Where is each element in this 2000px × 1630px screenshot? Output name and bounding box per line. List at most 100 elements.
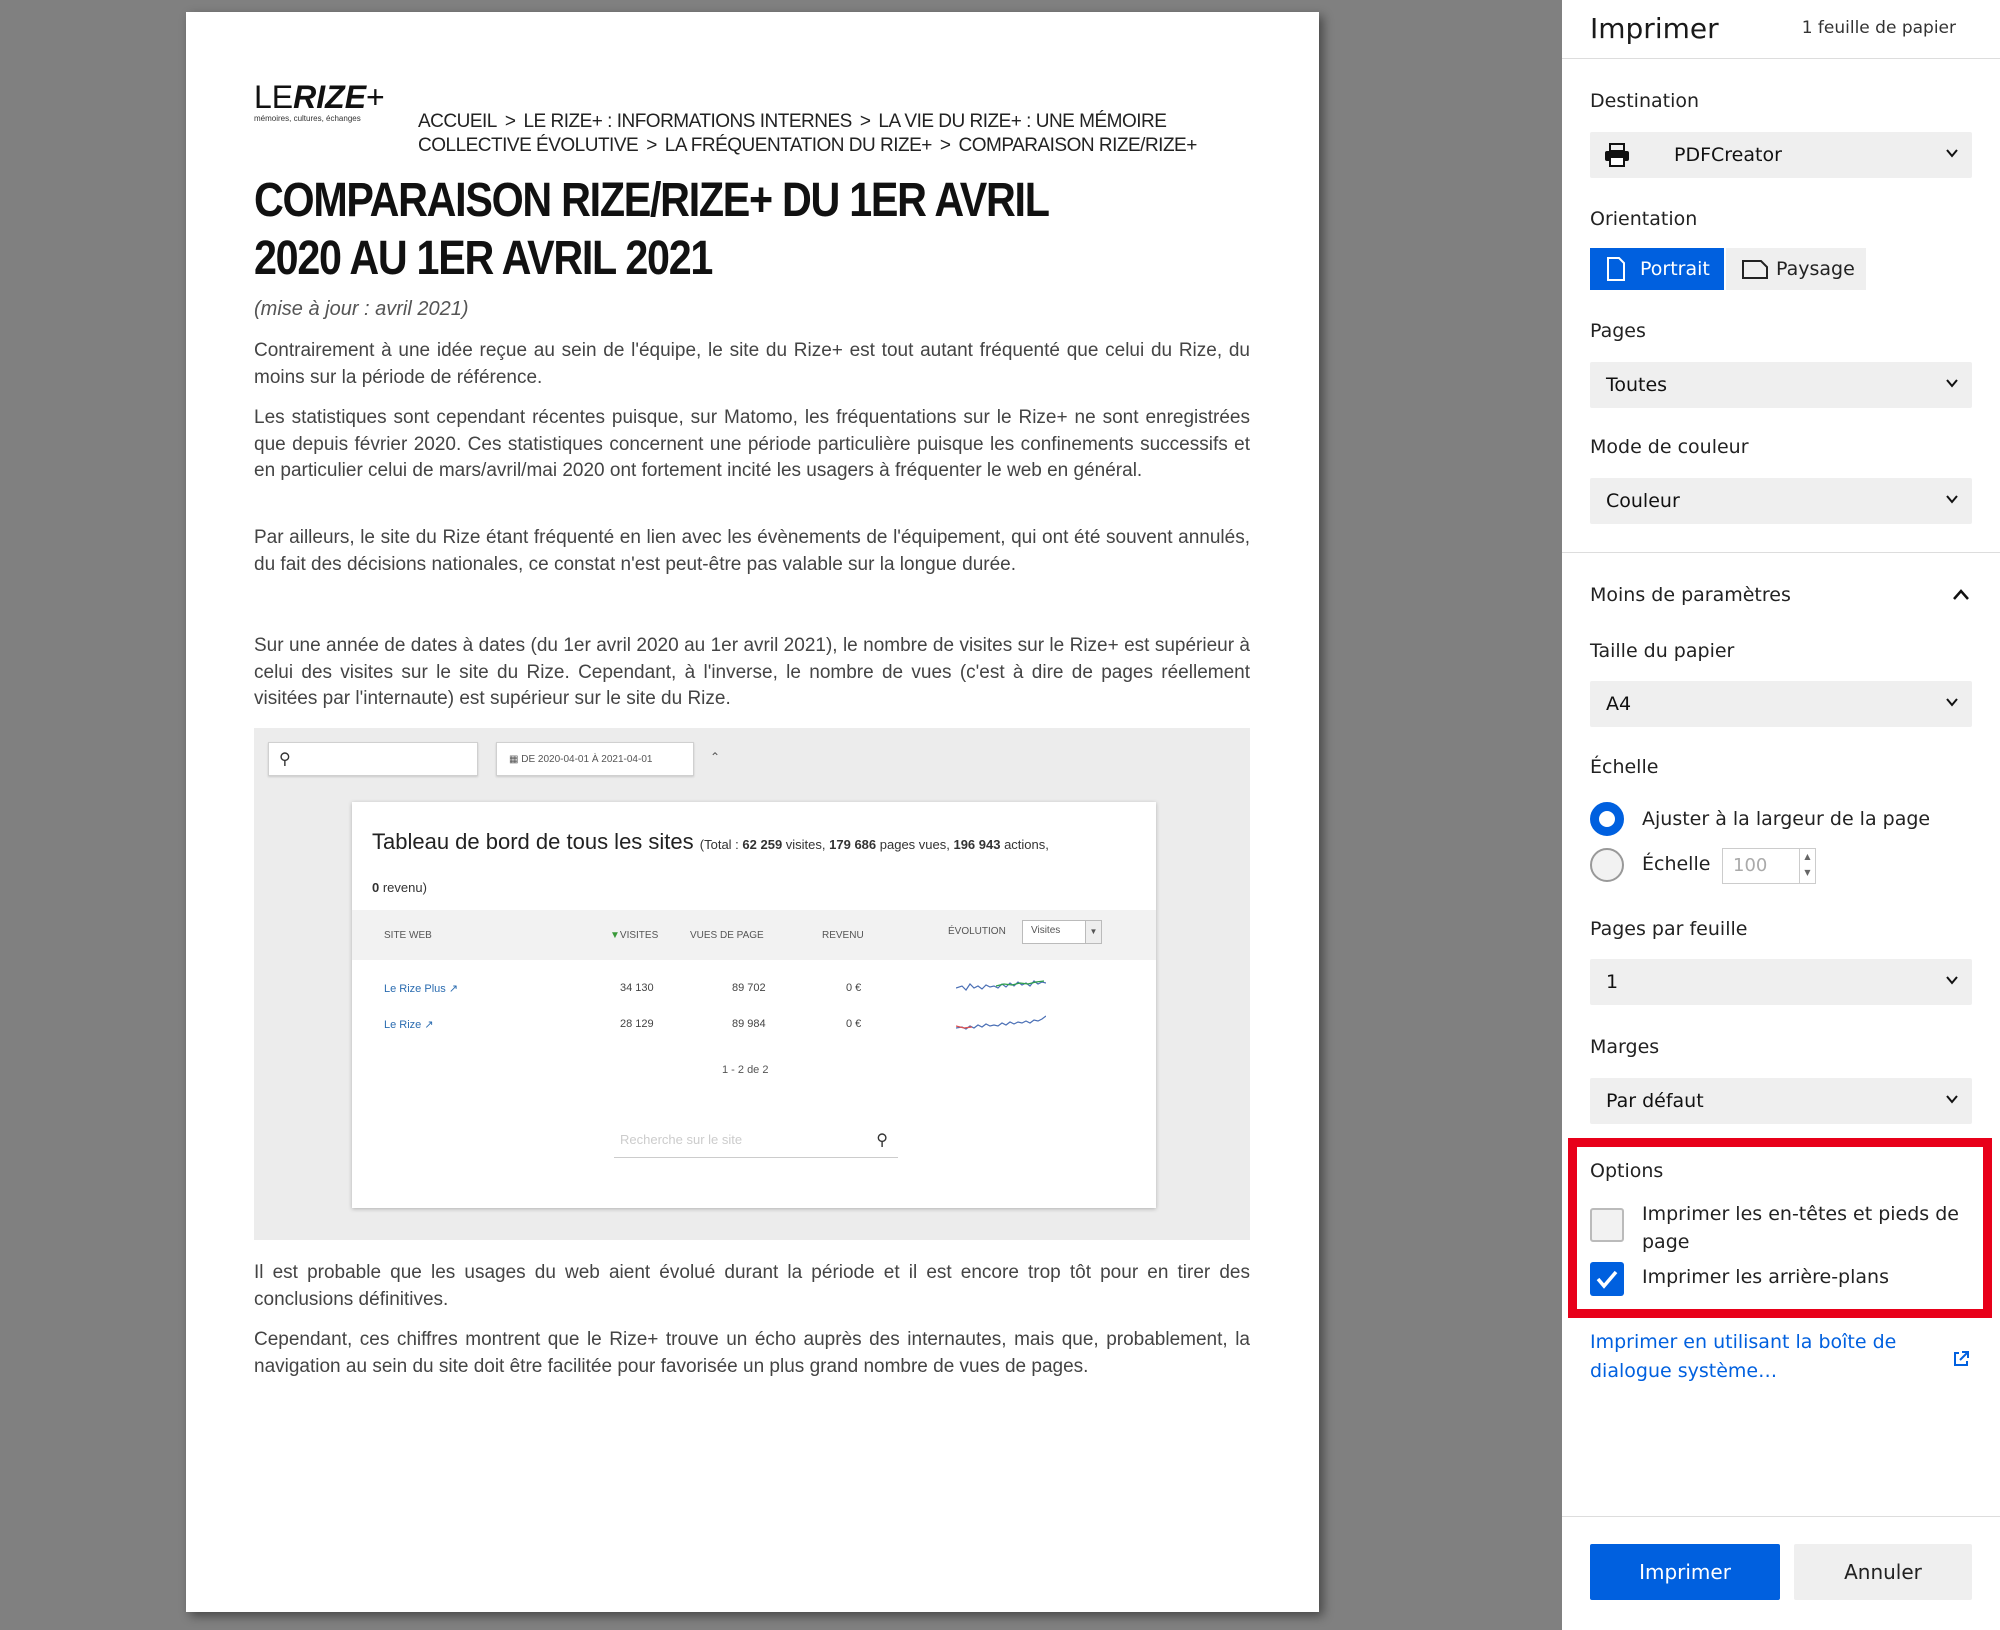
headers-footers-checkbox[interactable] bbox=[1590, 1208, 1624, 1242]
breadcrumb-separator: > bbox=[939, 135, 951, 156]
paragraph: Sur une année de dates à dates (du 1er a… bbox=[254, 635, 1250, 709]
chevron-down-icon bbox=[1946, 379, 1958, 388]
logo-tagline: mémoires, cultures, échanges bbox=[254, 114, 361, 123]
landscape-icon bbox=[1742, 260, 1768, 279]
chevron-up-icon[interactable] bbox=[1952, 588, 1970, 602]
chevron-down-icon: ▼ bbox=[1085, 921, 1101, 943]
totals-actions: 196 943 bbox=[953, 837, 1001, 852]
paper-size-select[interactable]: A4 bbox=[1590, 681, 1972, 727]
chevron-up-icon: ⌃ bbox=[710, 750, 721, 764]
totals-visits-label: visites, bbox=[782, 837, 830, 852]
paper-size-label: Taille du papier bbox=[1590, 640, 1735, 662]
paper-size-value: A4 bbox=[1606, 693, 1632, 715]
sparkline-graph bbox=[955, 1015, 1047, 1030]
breadcrumb-item[interactable]: Le Rize+ : informations internes bbox=[523, 111, 852, 132]
divider bbox=[1562, 58, 2000, 59]
logo-prefix: LE bbox=[254, 79, 294, 115]
panel-title: Imprimer bbox=[1590, 12, 1719, 45]
cancel-button[interactable]: Annuler bbox=[1794, 1544, 1972, 1600]
pagination: 1 - 2 de 2 bbox=[722, 1064, 769, 1076]
paragraph: Les statistiques sont cependant récentes… bbox=[254, 407, 1250, 481]
pages-per-sheet-select[interactable]: 1 bbox=[1590, 959, 1972, 1005]
headers-footers-label: Imprimer les en-têtes et pieds de page bbox=[1642, 1203, 1959, 1253]
sheet-count: 1 feuille de papier bbox=[1801, 18, 1956, 38]
external-link-icon[interactable] bbox=[1952, 1350, 1970, 1368]
page-title: COMPARAISON RIZE/RIZE+ DU 1ER AVRIL 2020… bbox=[254, 174, 1049, 285]
options-label: Options bbox=[1590, 1160, 1664, 1182]
search-icon: ⚲ bbox=[876, 1132, 888, 1149]
site-name: Le Rize bbox=[384, 1019, 422, 1031]
column-evolution: ÉVOLUTION bbox=[948, 926, 1006, 937]
chevron-down-icon bbox=[1946, 1095, 1958, 1104]
backgrounds-label: Imprimer les arrière-plans bbox=[1642, 1266, 1889, 1288]
breadcrumb-separator: > bbox=[646, 135, 657, 156]
external-link-icon: ↗ bbox=[424, 1019, 434, 1031]
scale-spinner[interactable]: ▲ ▼ bbox=[1799, 849, 1815, 883]
revenue-cell: 0 € bbox=[846, 1018, 862, 1030]
site-name: Le Rize Plus bbox=[384, 983, 446, 995]
scale-value: 100 bbox=[1733, 855, 1768, 876]
dashboard-card: Tableau de bord de tous les sites (Total… bbox=[352, 802, 1156, 1208]
scale-input[interactable]: 100 ▲ ▼ bbox=[1722, 848, 1816, 884]
print-button[interactable]: Imprimer bbox=[1590, 1544, 1780, 1600]
margins-select[interactable]: Par défaut bbox=[1590, 1078, 1972, 1124]
calendar-icon: ▦ bbox=[509, 754, 522, 765]
table-header: SITE WEB ▼VISITES VUES DE PAGE REVENU ÉV… bbox=[352, 910, 1156, 960]
sparkline bbox=[955, 974, 1047, 1001]
totals-actions-label: actions, bbox=[1000, 837, 1049, 852]
column-revenue: REVENU bbox=[822, 930, 864, 941]
matomo-screenshot: ⚲ ▦ DE 2020-04-01 À 2021-04-01 ⌃ Tableau… bbox=[254, 728, 1250, 1240]
portrait-icon bbox=[1607, 257, 1625, 281]
backgrounds-checkbox[interactable] bbox=[1590, 1262, 1624, 1296]
site-link: Le Rize Plus ↗ bbox=[384, 982, 458, 995]
breadcrumb: Accueil > Le Rize+ : informations internes… bbox=[418, 110, 1256, 158]
pageviews-cell: 89 984 bbox=[732, 1018, 766, 1030]
printer-icon bbox=[1605, 143, 1629, 167]
logo-suffix: + bbox=[366, 79, 385, 115]
table-row: Le Rize Plus ↗ 34 130 89 702 0 € bbox=[352, 972, 1156, 1008]
margins-label: Marges bbox=[1590, 1036, 1660, 1058]
evolution-select-value: Visites bbox=[1031, 925, 1061, 936]
chevron-down-icon bbox=[1946, 495, 1958, 504]
screenshot-search-box: ⚲ bbox=[268, 742, 478, 776]
paragraph: Contrairement à une idée reçue au sein d… bbox=[254, 340, 1250, 388]
print-settings-panel: Imprimer 1 feuille de papier Destination… bbox=[1562, 0, 2000, 1630]
totals-prefix: (Total : bbox=[699, 837, 743, 852]
pages-label: Pages bbox=[1590, 320, 1646, 342]
custom-scale-radio[interactable] bbox=[1590, 848, 1624, 882]
pages-select[interactable]: Toutes bbox=[1590, 362, 1972, 408]
external-link-icon: ↗ bbox=[448, 983, 459, 995]
orientation-label: Orientation bbox=[1590, 208, 1698, 230]
color-mode-select[interactable]: Couleur bbox=[1590, 478, 1972, 524]
rize-logo: LERIZE+ mémoires, cultures, échanges bbox=[254, 79, 404, 134]
revenue-cell: 0 € bbox=[846, 982, 862, 994]
landscape-button[interactable]: Paysage bbox=[1726, 248, 1866, 290]
color-mode-value: Couleur bbox=[1606, 490, 1680, 512]
screenshot-date-range: ▦ DE 2020-04-01 À 2021-04-01 bbox=[496, 742, 694, 776]
totals-revenue-label: revenu) bbox=[379, 880, 427, 895]
paragraph: Il est probable que les usages du web ai… bbox=[254, 1262, 1250, 1310]
chevron-down-icon bbox=[1946, 698, 1958, 707]
chevron-down-icon bbox=[1946, 149, 1958, 158]
fit-width-radio[interactable] bbox=[1590, 802, 1624, 836]
custom-scale-label: Échelle bbox=[1642, 853, 1711, 875]
paragraph: Par ailleurs, le site du Rize étant fréq… bbox=[254, 527, 1250, 575]
breadcrumb-item[interactable]: La fréquentation du Rize+ bbox=[665, 135, 933, 156]
visits-cell: 34 130 bbox=[620, 982, 654, 994]
less-settings-toggle[interactable]: Moins de paramètres bbox=[1590, 584, 1791, 606]
system-dialog-link[interactable]: Imprimer en utilisant la boîte de dialog… bbox=[1590, 1328, 1920, 1386]
breadcrumb-item[interactable]: Accueil bbox=[418, 111, 497, 132]
pages-per-sheet-value: 1 bbox=[1606, 971, 1619, 993]
column-visits: ▼VISITES bbox=[610, 930, 658, 941]
destination-select[interactable]: PDFCreator bbox=[1590, 132, 1972, 178]
portrait-button[interactable]: Portrait bbox=[1590, 248, 1724, 290]
checkmark-icon bbox=[1596, 1270, 1618, 1289]
pages-per-sheet-label: Pages par feuille bbox=[1590, 918, 1748, 940]
logo-bold: RIZE bbox=[293, 79, 367, 115]
sort-down-icon: ▼ bbox=[610, 930, 620, 941]
totals-pages-label: pages vues, bbox=[876, 837, 954, 852]
totals-pages: 179 686 bbox=[829, 837, 877, 852]
spin-down-icon: ▼ bbox=[1804, 868, 1811, 877]
column-visits-label: VISITES bbox=[619, 930, 659, 941]
dashboard-title: Tableau de bord de tous les sites (Total… bbox=[372, 822, 1142, 908]
